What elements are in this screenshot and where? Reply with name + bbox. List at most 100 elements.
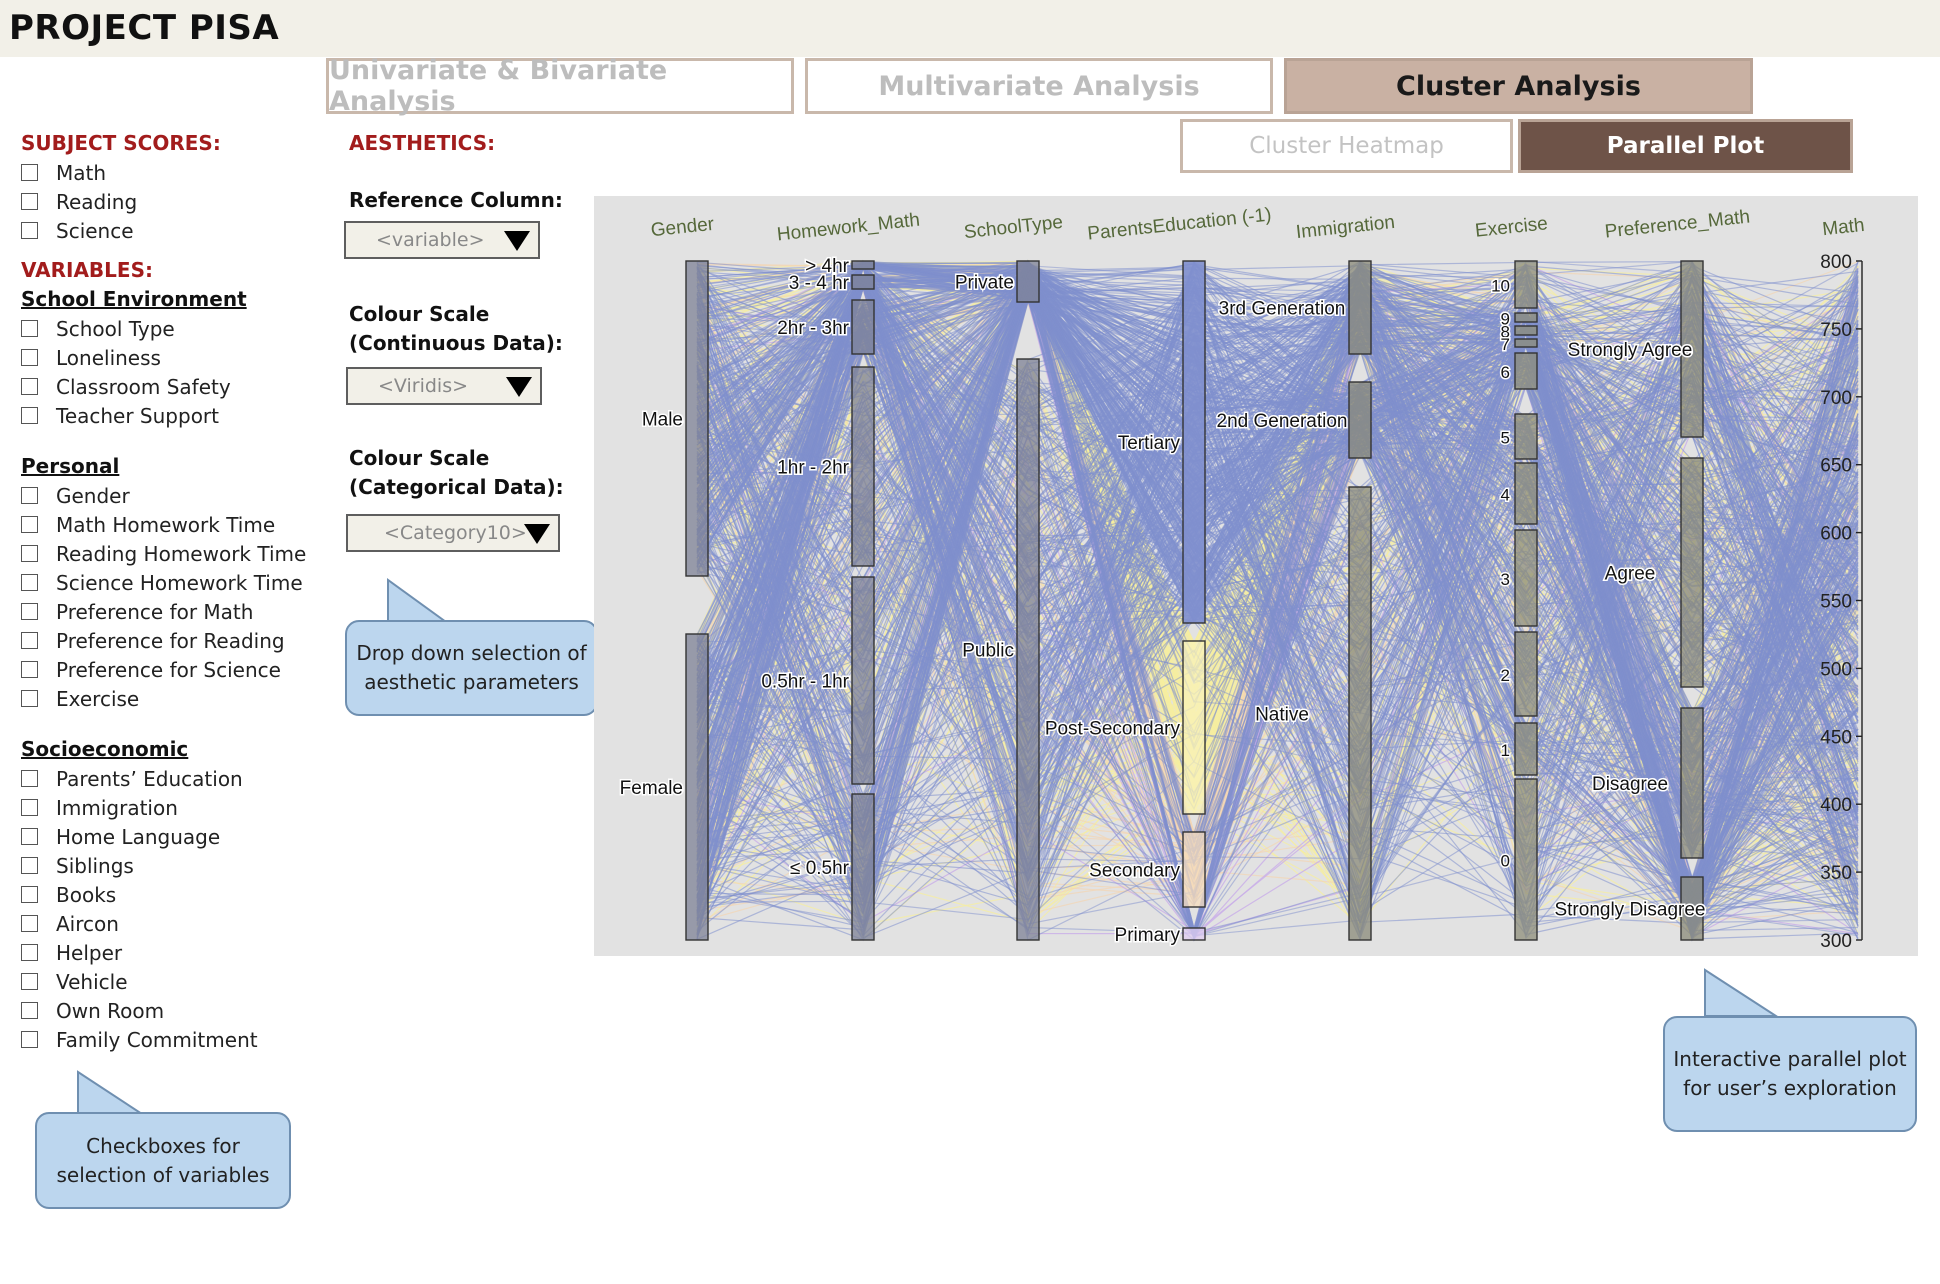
math-tick-label: 750 [1820, 320, 1852, 341]
checkbox-label: Classroom Safety [56, 374, 231, 399]
checkbox[interactable] [21, 799, 38, 816]
checkbox[interactable] [21, 193, 38, 210]
reference-column-dropdown[interactable]: <variable> [344, 221, 540, 259]
math-tick-label: 650 [1820, 456, 1852, 477]
parallel-plot-panel[interactable]: 800 750 700 650 600 550 500 450 400 350 300 Gender H… [594, 196, 1918, 956]
categorical-scale-label: Colour Scale (Categorical Data): [349, 446, 564, 499]
checkbox-own-room[interactable]: Own Room [21, 996, 321, 1025]
axis-segment-box [851, 274, 875, 290]
checkbox[interactable] [21, 487, 38, 504]
category-label: Post-Secondary [1045, 719, 1181, 740]
checkbox[interactable] [21, 632, 38, 649]
checkbox-parents-education[interactable]: Parents’ Education [21, 764, 321, 793]
parallel-plot[interactable]: 800750700650600550500450400350300Gender H… [594, 196, 1918, 956]
checkbox[interactable] [21, 320, 38, 337]
checkbox-gender[interactable]: Gender [21, 481, 321, 510]
checkbox-label: Helper [56, 940, 123, 965]
axis-segment-box [1348, 486, 1372, 941]
categorical-scale-dropdown[interactable]: <Category10> [346, 514, 560, 552]
dropdown-arrow-icon [524, 524, 550, 544]
checkbox[interactable] [21, 915, 38, 932]
category-label: Primary [1115, 925, 1181, 946]
category-label: 2hr - 3hr [777, 318, 849, 339]
checkbox-math-homework-time[interactable]: Math Homework Time [21, 510, 321, 539]
category-label: 4 [1501, 486, 1510, 505]
checkbox-loneliness[interactable]: Loneliness [21, 343, 321, 372]
callout-tail [77, 1070, 146, 1115]
sidebar: SUBJECT SCORES: Math Reading Science VARIA… [21, 128, 321, 1054]
checkbox[interactable] [21, 603, 38, 620]
checkbox[interactable] [21, 973, 38, 990]
category-label: 0.5hr - 1hr [761, 672, 849, 693]
checkbox-reading[interactable]: Reading [21, 187, 321, 216]
continuous-scale-dropdown[interactable]: <Viridis> [346, 367, 542, 405]
axis-segment-box [1348, 260, 1372, 355]
checkbox-school-type[interactable]: School Type [21, 314, 321, 343]
checkbox-aircon[interactable]: Aircon [21, 909, 321, 938]
checkbox[interactable] [21, 378, 38, 395]
tab-cluster-analysis[interactable]: Cluster Analysis [1284, 58, 1753, 114]
reference-column-label: Reference Column: [349, 188, 563, 212]
checkbox[interactable] [21, 222, 38, 239]
checkbox-reading-homework-time[interactable]: Reading Homework Time [21, 539, 321, 568]
axis-segment-box [1182, 927, 1206, 941]
checkbox-helper[interactable]: Helper [21, 938, 321, 967]
math-tick-label: 600 [1820, 524, 1852, 545]
axis-segment-box [1680, 457, 1704, 688]
checkbox[interactable] [21, 164, 38, 181]
category-label: 3rd Generation [1219, 299, 1346, 320]
checkbox[interactable] [21, 516, 38, 533]
checkbox-label: Preference for Math [56, 599, 254, 624]
checkbox[interactable] [21, 770, 38, 787]
subtab-parallel-plot[interactable]: Parallel Plot [1518, 119, 1853, 173]
axis-segment-box [1514, 462, 1538, 525]
checkbox[interactable] [21, 886, 38, 903]
axis-segment-box [1182, 831, 1206, 908]
plot-callout: Interactive parallel plot for user’s expl… [1663, 1016, 1917, 1132]
checkbox-label: Loneliness [56, 345, 161, 370]
checkbox-label: Math [56, 160, 107, 185]
tab-multivariate[interactable]: Multivariate Analysis [805, 58, 1273, 114]
checkbox-preference-for-math[interactable]: Preference for Math [21, 597, 321, 626]
checkbox-exercise[interactable]: Exercise [21, 684, 321, 713]
checkbox-science[interactable]: Science [21, 216, 321, 245]
checkbox[interactable] [21, 1002, 38, 1019]
axis-title: Homework_Math [776, 210, 921, 246]
checkbox-math[interactable]: Math [21, 158, 321, 187]
checkbox-books[interactable]: Books [21, 880, 321, 909]
checkbox-science-homework-time[interactable]: Science Homework Time [21, 568, 321, 597]
subtab-cluster-heatmap[interactable]: Cluster Heatmap [1180, 119, 1513, 173]
checkbox[interactable] [21, 574, 38, 591]
checkbox[interactable] [21, 349, 38, 366]
header-bar [0, 0, 1940, 57]
math-tick-label: 450 [1820, 727, 1852, 748]
checkbox[interactable] [21, 407, 38, 424]
continuous-scale-value: <Viridis> [378, 375, 469, 397]
axis-segment-box [1016, 260, 1040, 303]
checkbox-label: Home Language [56, 824, 221, 849]
checkbox-classroom-safety[interactable]: Classroom Safety [21, 372, 321, 401]
checkbox[interactable] [21, 944, 38, 961]
checkbox-preference-for-reading[interactable]: Preference for Reading [21, 626, 321, 655]
axis-title: SchoolType [963, 212, 1064, 243]
category-label: Male [642, 410, 683, 431]
checkbox-vehicle[interactable]: Vehicle [21, 967, 321, 996]
checkbox[interactable] [21, 828, 38, 845]
checkbox[interactable] [21, 545, 38, 562]
axis-segment-box [1680, 707, 1704, 859]
checkbox[interactable] [21, 661, 38, 678]
checkbox[interactable] [21, 857, 38, 874]
checkbox-siblings[interactable]: Siblings [21, 851, 321, 880]
checkbox-preference-for-science[interactable]: Preference for Science [21, 655, 321, 684]
checkbox-immigration[interactable]: Immigration [21, 793, 321, 822]
axis-title: Exercise [1474, 213, 1549, 242]
checkbox-family-commitment[interactable]: Family Commitment [21, 1025, 321, 1054]
checkbox[interactable] [21, 690, 38, 707]
checkbox[interactable] [21, 1031, 38, 1048]
tab-univariate-bivariate[interactable]: Univariate & Bivariate Analysis [326, 55, 794, 117]
axis-segment-box [1016, 358, 1040, 941]
subject-scores-title: SUBJECT SCORES: [21, 131, 221, 155]
category-label: 5 [1501, 429, 1510, 448]
checkbox-teacher-support[interactable]: Teacher Support [21, 401, 321, 430]
checkbox-home-language[interactable]: Home Language [21, 822, 321, 851]
